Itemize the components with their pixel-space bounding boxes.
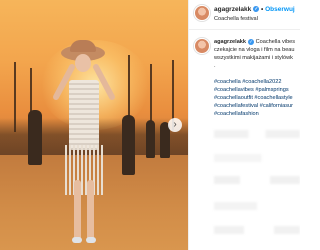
- caption-text: Coachella vibes: [255, 39, 296, 45]
- head: [75, 54, 91, 72]
- crowd-person: [146, 120, 155, 158]
- crochet-dress: [69, 80, 99, 150]
- woman-figure: [51, 40, 117, 245]
- username-text[interactable]: agagrzelakk: [214, 6, 251, 13]
- crowd-person: [28, 110, 42, 165]
- post-sidebar: agagrzelakk ✓ • Obserwuj Coachella festiv…: [188, 0, 300, 250]
- dress-fringe: [65, 145, 103, 195]
- blurred-comments: [214, 118, 300, 250]
- verified-badge-icon: ✓: [253, 6, 260, 13]
- follow-button[interactable]: Obserwuj: [265, 6, 295, 13]
- caption-line: agagrzelakk ✓ Coachella vibes: [214, 38, 300, 46]
- caption-username[interactable]: agagrzelakk: [214, 39, 246, 45]
- post-photo[interactable]: ›: [0, 0, 188, 250]
- instagram-post: › agagrzelakk ✓ • Obserwuj Coachella fest…: [0, 0, 300, 250]
- post-header: agagrzelakk ✓ • Obserwuj Coachella festiv…: [189, 0, 300, 30]
- left-leg: [74, 180, 81, 240]
- caption-line: .: [214, 63, 216, 69]
- hashtag-line[interactable]: #coachella #coachella2022: [214, 78, 300, 86]
- hat-crown: [70, 40, 96, 52]
- right-leg: [87, 180, 94, 240]
- hashtag-line[interactable]: #coachellafashion: [214, 110, 300, 118]
- header-username[interactable]: agagrzelakk ✓ • Obserwuj: [214, 6, 295, 13]
- location-link[interactable]: Coachella festival: [214, 16, 258, 22]
- left-shoe: [72, 237, 82, 243]
- right-shoe: [86, 237, 96, 243]
- separator: •: [261, 6, 264, 13]
- avatar[interactable]: [194, 5, 210, 21]
- caption: agagrzelakk ✓ Coachella vibes czekajcie n…: [214, 38, 300, 118]
- hashtag-line[interactable]: #coachellavibes #palmsprings: [214, 86, 300, 94]
- verified-badge-icon: ✓: [248, 38, 255, 45]
- crowd-person: [122, 115, 135, 175]
- hashtag-line[interactable]: #coachellafestival #californiasur: [214, 102, 300, 110]
- caption-line: wszystkimi makijażami i stylówk: [214, 55, 293, 61]
- caption-line: czekajcie na vloga i film na beau: [214, 47, 295, 53]
- hashtag-line[interactable]: #coachellaoutfit #coachellastyle: [214, 94, 300, 102]
- chevron-right-icon[interactable]: ›: [168, 118, 182, 132]
- caption-avatar[interactable]: [194, 38, 210, 54]
